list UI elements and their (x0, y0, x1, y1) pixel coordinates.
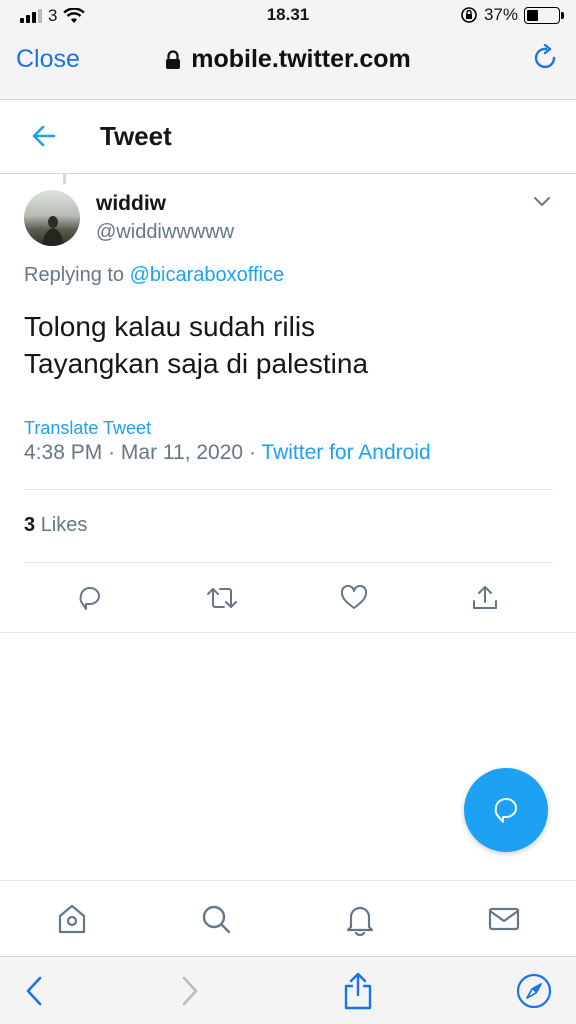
share-icon (344, 972, 372, 1010)
battery-fill (527, 9, 539, 21)
tweet-date: Mar 11, 2020 (120, 441, 244, 464)
retweet-icon (207, 588, 237, 608)
nav-search[interactable] (196, 899, 236, 939)
thread-connector (63, 174, 66, 184)
browser-share-button[interactable] (338, 971, 378, 1011)
nav-home[interactable] (52, 899, 92, 939)
mention-link[interactable]: @bicaraboxoffice (130, 264, 284, 286)
reply-icon (79, 587, 100, 610)
replying-prefix: Replying to (24, 264, 125, 286)
tweet-header: Tweet (0, 100, 576, 174)
reply-plus-icon (494, 798, 517, 823)
status-bar: 3 18.31 37% (0, 0, 576, 34)
tweet-meta: 4:38 PM · Mar 11, 2020 · Twitter for And… (24, 441, 431, 465)
reload-icon[interactable] (532, 44, 560, 74)
avatar-photo (42, 216, 64, 246)
nav-messages[interactable] (484, 899, 524, 939)
browser-back-button[interactable] (14, 971, 54, 1011)
url-text: mobile.twitter.com (191, 45, 411, 73)
likes-count[interactable]: 3 Likes (24, 514, 87, 537)
home-icon (58, 904, 86, 934)
safari-address-bar: Close mobile.twitter.com (0, 34, 576, 94)
back-icon (26, 976, 42, 1006)
tweet-text-line: Tayangkan saja di palestina (24, 348, 369, 379)
retweet-button[interactable] (202, 578, 242, 618)
translate-tweet-link[interactable]: Translate Tweet (24, 418, 151, 439)
divider (24, 489, 553, 490)
tweet-time: 4:38 PM (24, 441, 103, 464)
likes-label: Likes (40, 514, 88, 536)
author-name[interactable]: widdiw (96, 192, 166, 216)
like-icon (340, 584, 368, 609)
divider (0, 632, 576, 633)
forward-icon (182, 976, 198, 1006)
status-right: 37% (460, 5, 564, 25)
compose-reply-button[interactable] (464, 768, 548, 852)
avatar[interactable] (24, 190, 80, 246)
browser-top-chrome: 3 18.31 37% Close mobile.twitter.com (0, 0, 576, 100)
meta-separator: · (248, 441, 256, 464)
tweet-source-link[interactable]: Twitter for Android (261, 441, 430, 464)
share-icon (473, 586, 497, 609)
tweet-text-line: Tolong kalau sudah rilis (24, 311, 316, 342)
lock-icon (166, 49, 181, 69)
replying-to: Replying to @bicaraboxoffice (24, 264, 284, 287)
battery-percent: 37% (483, 5, 518, 24)
browser-compass-button[interactable] (514, 971, 554, 1011)
tweet-actions (0, 578, 576, 620)
author-handle[interactable]: @widdiwwwww (96, 221, 234, 244)
battery-icon (524, 6, 564, 24)
reply-button[interactable] (70, 578, 110, 618)
likes-number: 3 (24, 514, 36, 536)
back-arrow-icon[interactable] (30, 122, 58, 150)
notifications-icon (346, 906, 374, 936)
nav-notifications[interactable] (340, 899, 380, 939)
like-button[interactable] (334, 578, 374, 618)
messages-icon (488, 907, 520, 931)
share-button[interactable] (465, 578, 505, 618)
address-field[interactable]: mobile.twitter.com (0, 45, 576, 74)
bottom-navigation (0, 880, 576, 956)
tweet-text: Tolong kalau sudah rilis Tayangkan saja … (24, 308, 368, 382)
chevron-down-icon[interactable] (532, 194, 552, 208)
search-icon (202, 905, 231, 934)
safari-toolbar (0, 956, 576, 1024)
compass-icon (516, 973, 552, 1009)
orientation-lock-icon (461, 7, 477, 23)
divider (24, 562, 553, 563)
page-title: Tweet (100, 121, 172, 151)
browser-forward-button[interactable] (170, 971, 210, 1011)
meta-separator: · (108, 441, 116, 464)
